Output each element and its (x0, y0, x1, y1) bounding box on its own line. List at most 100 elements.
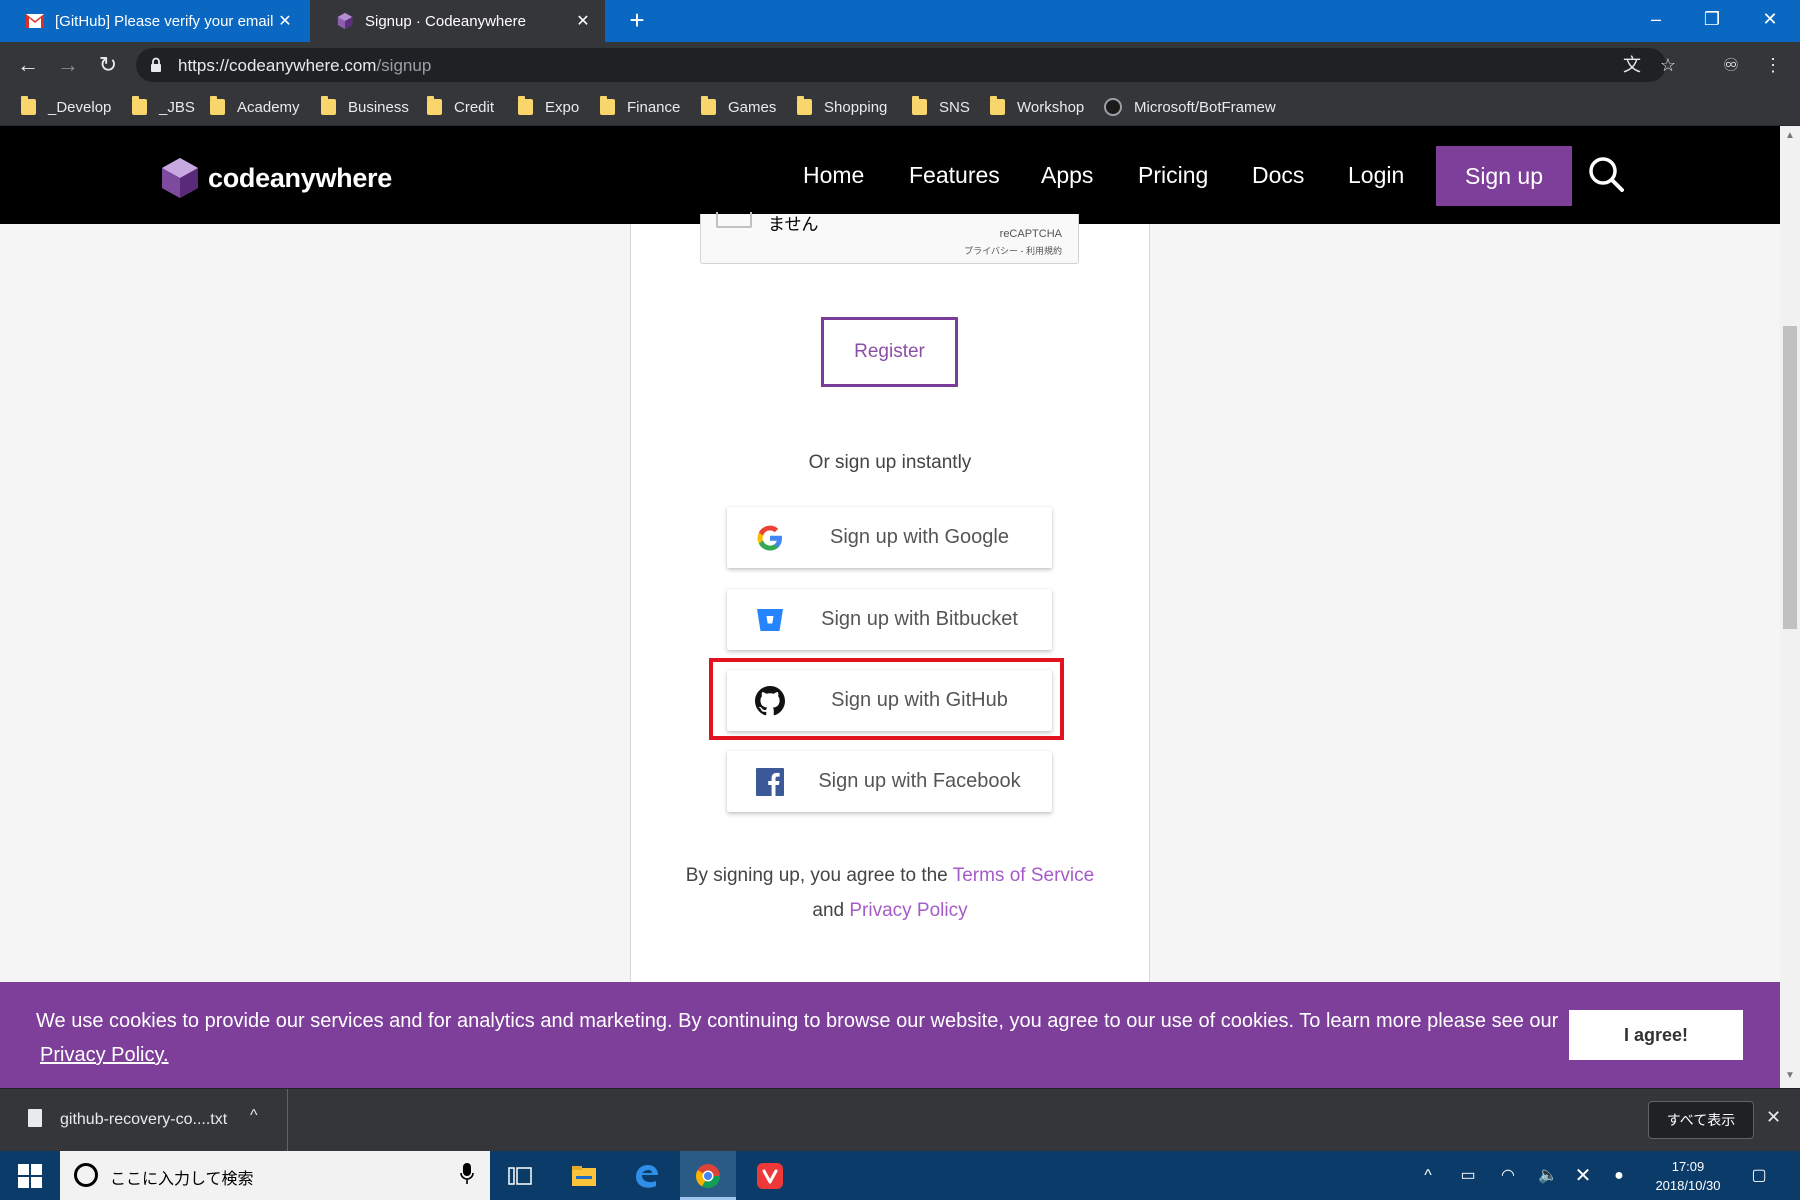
browser-tab-strip: [GitHub] Please verify your email ✕ Sign… (0, 0, 1800, 42)
volume-muted-icon[interactable]: 🔈 (1537, 1165, 1559, 1187)
bookmark-star-icon[interactable]: ☆ (1655, 52, 1681, 78)
bookmark-games[interactable]: Games (701, 96, 776, 118)
menu-icon[interactable]: ⋮ (1760, 52, 1786, 78)
nav-docs[interactable]: Docs (1252, 162, 1304, 189)
folder-icon (701, 96, 716, 115)
tab-codeanywhere[interactable]: Signup · Codeanywhere ✕ (310, 0, 605, 42)
chevron-up-icon[interactable]: ^ (250, 1107, 258, 1125)
github-icon (1104, 98, 1122, 116)
close-tab-icon[interactable]: ✕ (275, 11, 295, 31)
incognito-icon[interactable]: ♾ (1718, 52, 1744, 78)
nav-features[interactable]: Features (909, 162, 1000, 189)
search-icon[interactable] (1586, 154, 1626, 194)
show-hidden-icons-icon[interactable]: ^ (1417, 1165, 1439, 1187)
bookmark-develop[interactable]: _Develop (21, 96, 111, 118)
browser-toolbar: ← → ↻ https://codeanywhere.com/signup 文 … (0, 42, 1800, 88)
vivaldi-icon[interactable] (742, 1151, 798, 1200)
folder-icon (797, 96, 812, 115)
codeanywhere-logo-icon (162, 158, 198, 198)
facebook-icon (756, 768, 784, 796)
page-scrollbar[interactable]: ▲ ▼ (1780, 126, 1800, 1088)
new-tab-button[interactable]: + (622, 6, 652, 36)
privacy-policy-link[interactable]: Privacy Policy (849, 900, 967, 921)
battery-icon[interactable]: ▭ (1457, 1165, 1479, 1187)
codeanywhere-icon (337, 12, 353, 30)
bookmark-label: Finance (627, 98, 681, 116)
close-download-bar-icon[interactable]: ✕ (1766, 1107, 1781, 1128)
recaptcha-checkbox[interactable] (716, 212, 752, 228)
forward-icon[interactable]: → (52, 50, 84, 80)
nav-pricing[interactable]: Pricing (1138, 162, 1208, 189)
restore-icon[interactable]: ❐ (1684, 0, 1740, 42)
cookie-privacy-link[interactable]: Privacy Policy. (40, 1044, 169, 1066)
bookmark-botframework[interactable]: Microsoft/BotFramew (1104, 96, 1276, 118)
scrollbar-thumb[interactable] (1783, 326, 1797, 629)
bookmark-credit[interactable]: Credit (427, 96, 494, 118)
download-item[interactable]: github-recovery-co....txt ^ (0, 1089, 288, 1151)
nav-home[interactable]: Home (803, 162, 864, 189)
bookmark-label: Games (728, 98, 777, 116)
bitbucket-signup-button[interactable]: Sign up with Bitbucket (727, 589, 1052, 650)
address-bar[interactable]: https://codeanywhere.com/signup 文 ☆ (136, 48, 1676, 82)
url-text: https://codeanywhere.com/signup (178, 56, 431, 76)
clock-date: 2018/10/30 (1655, 1178, 1721, 1193)
terms-of-service-link[interactable]: Terms of Service (953, 865, 1094, 886)
bookmark-expo[interactable]: Expo (518, 96, 579, 118)
reload-icon[interactable]: ↻ (92, 50, 124, 80)
clock-time: 17:09 (1671, 1159, 1705, 1174)
show-all-downloads-button[interactable]: すべて表示 (1648, 1101, 1754, 1139)
wifi-icon[interactable]: ◠ (1497, 1165, 1519, 1187)
google-signup-button[interactable]: Sign up with Google (727, 507, 1052, 568)
bookmark-jbs[interactable]: _JBS (132, 96, 195, 118)
back-icon[interactable]: ← (12, 50, 44, 80)
register-button[interactable]: Register (821, 317, 958, 387)
folder-icon (427, 96, 442, 115)
close-tab-icon[interactable]: ✕ (573, 11, 593, 31)
folder-icon (912, 96, 927, 115)
brand-logo[interactable]: codeanywhere (158, 156, 392, 200)
bookmarks-bar: _Develop _JBS Academy Business Credit Ex… (0, 88, 1800, 126)
recaptcha-links[interactable]: プライバシー - 利用規約 (964, 244, 1062, 257)
bookmark-label: Expo (545, 98, 580, 116)
bitbucket-icon (757, 609, 783, 631)
highlight-box (709, 658, 1064, 740)
scroll-down-arrow-icon[interactable]: ▼ (1785, 1070, 1795, 1081)
facebook-signup-button[interactable]: Sign up with Facebook (727, 751, 1052, 812)
folder-icon (132, 96, 147, 115)
bookmark-label: Academy (237, 98, 300, 116)
taskbar-search[interactable]: ここに入力して検索 (60, 1151, 490, 1200)
file-explorer-icon[interactable] (556, 1151, 612, 1200)
bookmark-label: SNS (939, 98, 970, 116)
tab-gmail[interactable]: [GitHub] Please verify your email ✕ (0, 0, 307, 42)
recaptcha-widget[interactable]: ません reCAPTCHA プライバシー - 利用規約 (700, 212, 1079, 264)
bookmark-label: Shopping (824, 98, 888, 116)
nav-apps[interactable]: Apps (1041, 162, 1093, 189)
nav-login[interactable]: Login (1348, 162, 1404, 189)
chrome-taskbar-icon[interactable] (680, 1151, 736, 1200)
task-view-icon[interactable] (492, 1151, 548, 1200)
bookmark-shopping[interactable]: Shopping (797, 96, 887, 118)
translate-icon[interactable]: 文 (1619, 52, 1645, 78)
onedrive-icon[interactable]: ● (1608, 1165, 1630, 1187)
scroll-up-arrow-icon[interactable]: ▲ (1785, 130, 1795, 141)
x-tray-icon[interactable]: ✕ (1572, 1165, 1594, 1187)
folder-icon (321, 96, 336, 115)
minimize-icon[interactable]: – (1628, 0, 1684, 42)
microphone-icon[interactable] (460, 1163, 474, 1185)
bookmark-sns[interactable]: SNS (912, 96, 970, 118)
system-clock[interactable]: 17:09 2018/10/30 (1640, 1157, 1736, 1195)
recaptcha-text: ません (768, 215, 819, 234)
agree-button[interactable]: I agree! (1569, 1010, 1743, 1060)
bookmark-finance[interactable]: Finance (600, 96, 680, 118)
windows-start-icon[interactable] (18, 1164, 42, 1188)
lock-icon (151, 57, 161, 72)
edge-browser-icon[interactable] (618, 1151, 674, 1200)
bookmark-business[interactable]: Business (321, 96, 409, 118)
bookmark-workshop[interactable]: Workshop (990, 96, 1084, 118)
folder-icon (21, 96, 36, 115)
close-window-icon[interactable]: ✕ (1742, 0, 1798, 42)
bookmark-academy[interactable]: Academy (210, 96, 300, 118)
brand-name: codeanywhere (208, 162, 392, 193)
nav-signup-button[interactable]: Sign up (1436, 146, 1572, 206)
notification-center-icon[interactable]: ▢ (1748, 1165, 1770, 1187)
